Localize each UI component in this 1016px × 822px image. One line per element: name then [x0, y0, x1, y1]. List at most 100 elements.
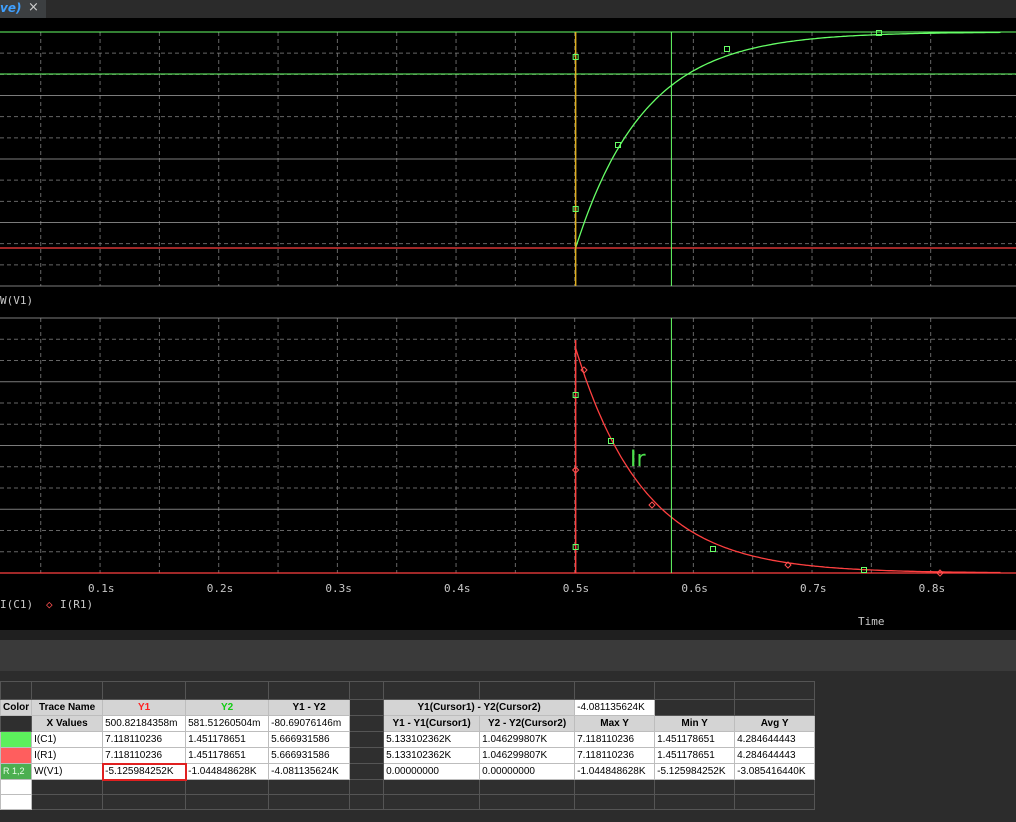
- max-y-cell[interactable]: 7.118110236: [574, 747, 656, 764]
- blank-cell: [0, 681, 33, 700]
- avg-y-header: Avg Y: [734, 715, 816, 732]
- tab-bar: ve) ×: [0, 0, 1016, 18]
- blank-cell: [31, 794, 104, 810]
- blank-cell: [31, 779, 104, 795]
- y1-cell-selected[interactable]: -5.125984252K: [101, 762, 187, 781]
- x2-value: 581.51260504m: [185, 715, 270, 732]
- blank-cell: [349, 715, 385, 732]
- waveform-tab[interactable]: ve) ×: [0, 0, 46, 18]
- table-row[interactable]: [0, 794, 816, 810]
- panel-divider[interactable]: [0, 630, 1016, 640]
- measurement-table: Color Trace Name Y1 Y2 Y1 - Y2 Y1(Cursor…: [0, 681, 816, 810]
- trace-name[interactable]: W(V1): [31, 763, 104, 780]
- lower-plot-grid: [0, 317, 1016, 574]
- table-row[interactable]: [0, 779, 816, 795]
- waveform-plot[interactable]: W(V1) I(C1) ◇ I(R1) Ir 0.1s 0.2s 0.3s 0.4s 0…: [0, 18, 1016, 630]
- table-row[interactable]: I(R1) 7.118110236 1.451178651 5.66693158…: [0, 747, 816, 764]
- tab-title[interactable]: ve): [0, 1, 21, 15]
- min-y-cell[interactable]: 1.451178651: [654, 731, 736, 748]
- y1-header: Y1: [102, 699, 187, 716]
- empty-swatch[interactable]: [0, 779, 33, 795]
- legend-item-ir1: I(R1): [60, 598, 93, 611]
- y2-cursor-diff-cell[interactable]: 0.00000000: [479, 763, 576, 780]
- blank-cell: [102, 681, 187, 700]
- max-y-cell[interactable]: 7.118110236: [574, 731, 656, 748]
- y2-cell[interactable]: 1.451178651: [185, 747, 270, 764]
- y1-cursor-diff-cell[interactable]: 5.133102362K: [383, 747, 481, 764]
- blank-cell: [185, 794, 270, 810]
- blank-cell: [349, 681, 385, 700]
- y1-y2-cell[interactable]: 5.666931586: [268, 747, 351, 764]
- blank-cell: [654, 779, 736, 795]
- trace-color-swatch[interactable]: R 1,2: [0, 763, 33, 780]
- trace-color-swatch[interactable]: [0, 731, 33, 748]
- cursor-layer[interactable]: [574, 32, 672, 573]
- blank-cell: [574, 779, 656, 795]
- trace-name[interactable]: I(C1): [31, 731, 104, 748]
- color-header: Color: [0, 699, 33, 716]
- y1-y2-cell[interactable]: 5.666931586: [268, 731, 351, 748]
- x-tick-label: 0.7s: [800, 582, 827, 595]
- y1-cursor-diff-cell[interactable]: 5.133102362K: [383, 731, 481, 748]
- trace-name[interactable]: I(R1): [31, 747, 104, 764]
- y2-cell[interactable]: 1.451178651: [185, 731, 270, 748]
- avg-y-cell[interactable]: 4.284644443: [734, 731, 816, 748]
- square-marker: [710, 546, 716, 552]
- blank-cell: [268, 794, 351, 810]
- avg-y-cell[interactable]: 4.284644443: [734, 747, 816, 764]
- table-row[interactable]: I(C1) 7.118110236 1.451178651 5.66693158…: [0, 731, 816, 748]
- blank-cell: [383, 794, 481, 810]
- blank-cell: [185, 681, 270, 700]
- x-tick-label: 0.4s: [444, 582, 471, 595]
- close-icon[interactable]: ×: [28, 0, 39, 15]
- blank-cell: [383, 681, 481, 700]
- table-row[interactable]: R 1,2 W(V1) -5.125984252K -1.044848628K …: [0, 762, 816, 781]
- empty-swatch[interactable]: [0, 794, 33, 810]
- blank-cell: [0, 715, 33, 732]
- blank-cell: [349, 794, 385, 810]
- blank-cell: [349, 731, 385, 748]
- y1-cell[interactable]: 7.118110236: [102, 731, 187, 748]
- blank-cell: [102, 794, 187, 810]
- blank-cell: [349, 699, 385, 716]
- blank-cell: [268, 779, 351, 795]
- min-y-cell[interactable]: 1.451178651: [654, 747, 736, 764]
- min-y-cell[interactable]: -5.125984252K: [654, 763, 736, 780]
- diamond-marker: [648, 501, 656, 509]
- y2-cell[interactable]: -1.044848628K: [185, 763, 270, 780]
- lower-trace-legend: I(C1) ◇ I(R1): [0, 598, 93, 611]
- y2-cursor-diff-cell[interactable]: 1.046299807K: [479, 731, 576, 748]
- blank-cell: [349, 763, 385, 780]
- avg-y-cell[interactable]: -3.085416440K: [734, 763, 816, 780]
- y2-cursor-diff-cell[interactable]: 1.046299807K: [479, 747, 576, 764]
- trace-color-swatch[interactable]: [0, 747, 33, 764]
- blank-cell: [349, 779, 385, 795]
- min-y-header: Min Y: [654, 715, 736, 732]
- y1-y2-cell[interactable]: -4.081135624K: [268, 763, 351, 780]
- blank-cell: [654, 699, 736, 716]
- y1-cell[interactable]: 7.118110236: [102, 747, 187, 764]
- cursor-diff-header: Y1(Cursor1) - Y2(Cursor2): [383, 699, 576, 716]
- blank-cell: [349, 747, 385, 764]
- max-y-cell[interactable]: -1.044848628K: [574, 763, 656, 780]
- x-tick-label: 0.3s: [325, 582, 352, 595]
- y1-minus-y2-header: Y1 - Y2: [268, 699, 351, 716]
- y1-cursor-diff-header: Y1 - Y1(Cursor1): [383, 715, 481, 732]
- blank-cell: [734, 681, 816, 700]
- x-tick-label: 0.5s: [563, 582, 590, 595]
- trace-name-header: Trace Name: [31, 699, 104, 716]
- x-tick-label: 0.1s: [88, 582, 115, 595]
- w-v1-trace: [574, 31, 1001, 249]
- y1-cursor-diff-cell[interactable]: 0.00000000: [383, 763, 481, 780]
- x-tick-label: 0.2s: [207, 582, 234, 595]
- legend-item-ic1: I(C1): [0, 598, 33, 611]
- trace-layer: [0, 31, 1016, 574]
- blank-cell: [479, 681, 576, 700]
- x-tick-label: 0.8s: [919, 582, 946, 595]
- blank-cell: [574, 794, 656, 810]
- max-y-header: Max Y: [574, 715, 656, 732]
- trace-markers: [571, 30, 944, 577]
- blank-cell: [383, 779, 481, 795]
- blank-cell: [734, 794, 816, 810]
- blank-cell: [734, 779, 816, 795]
